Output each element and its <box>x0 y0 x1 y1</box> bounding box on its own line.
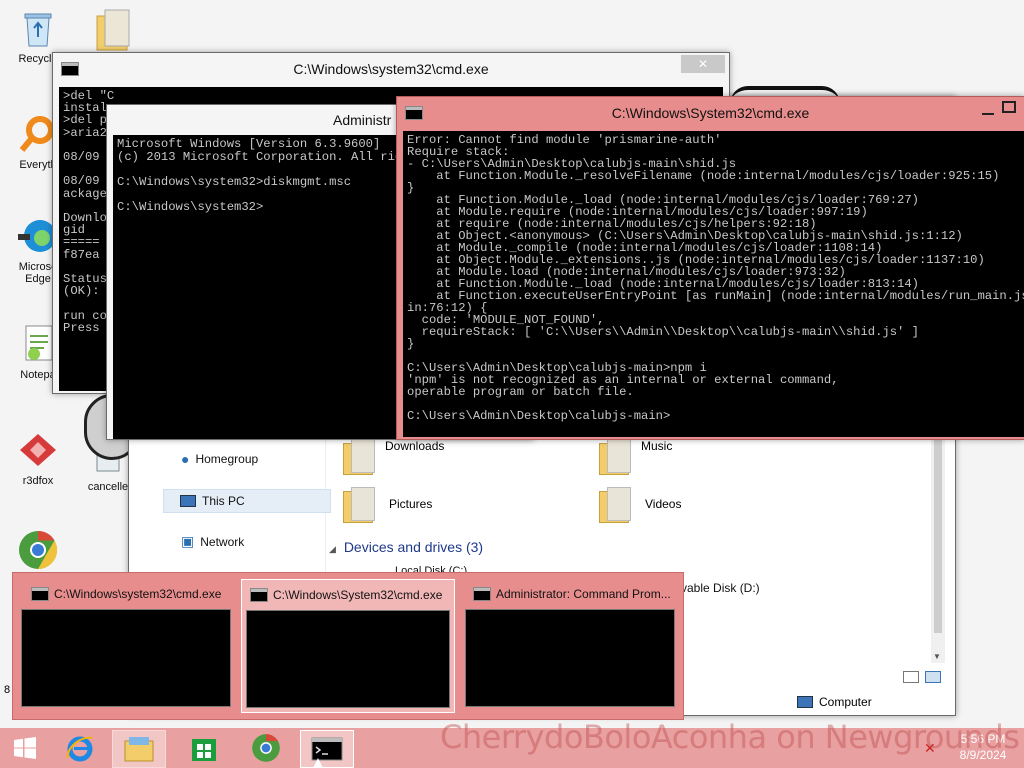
chrome-icon <box>252 734 280 762</box>
console-line: at Function.executeUserEntryPoint [as ru… <box>436 289 1024 303</box>
minimize-button[interactable] <box>982 103 994 115</box>
console-line: at Function.Module._resolveFilename (nod… <box>407 169 1000 183</box>
status-bar-computer: Computer <box>797 695 872 709</box>
file-explorer-icon <box>124 737 154 762</box>
thumbnail-admin-cmd[interactable]: Administrator: Command Prom... <box>465 583 675 707</box>
mouse-cursor-icon <box>313 758 323 768</box>
videos-folder-icon <box>597 485 631 523</box>
thumbnail-console-preview <box>21 609 231 707</box>
drive-removable[interactable]: vable Disk (D:) <box>681 581 760 595</box>
folder-videos[interactable]: Videos <box>597 485 681 523</box>
cmd-window-2[interactable]: C:\Windows\System32\cmd.exe Error: Canno… <box>396 96 1024 440</box>
downloads-folder-icon <box>341 437 375 475</box>
nav-item-network[interactable]: ▣ Network <box>181 533 244 550</box>
start-button[interactable] <box>0 730 50 766</box>
maximize-button[interactable] <box>1002 101 1016 113</box>
r3dfox-icon <box>16 428 60 472</box>
cmd-icon <box>405 106 423 120</box>
taskbar-app-ie[interactable] <box>54 730 106 766</box>
thumbnail-console-preview <box>465 609 675 707</box>
network-icon: ▣ <box>181 533 195 549</box>
devices-section-header[interactable]: ◢ Devices and drives (3) <box>329 539 483 555</box>
console-line: } <box>407 337 415 351</box>
desktop-icon-label: 8 <box>4 684 11 696</box>
thumbnail-console-preview <box>246 610 450 708</box>
vertical-scrollbar[interactable]: ▼ <box>931 427 945 663</box>
nav-item-this-pc[interactable]: This PC <box>163 489 331 513</box>
taskbar-app-store[interactable] <box>178 730 230 766</box>
folder-music[interactable]: Music <box>597 437 672 475</box>
taskbar-thumbnail-panel: C:\Windows\system32\cmd.exe C:\Windows\S… <box>12 572 684 720</box>
homegroup-icon: ● <box>181 451 190 467</box>
pictures-folder-icon <box>341 485 375 523</box>
folder-pictures[interactable]: Pictures <box>341 485 432 523</box>
collapse-arrow-icon: ◢ <box>329 544 336 554</box>
computer-icon <box>797 696 813 708</box>
window-title: C:\Windows\system32\cmd.exe <box>293 61 489 77</box>
store-icon <box>192 739 216 761</box>
folder-downloads[interactable]: Downloads <box>341 437 444 475</box>
cmd-window-1-titlebar[interactable]: C:\Windows\system32\cmd.exe ✕ <box>53 53 729 85</box>
thumbnail-cmd-1[interactable]: C:\Windows\system32\cmd.exe <box>21 583 231 707</box>
thumbnail-cmd-2[interactable]: C:\Windows\System32\cmd.exe <box>241 579 455 713</box>
view-details-icon[interactable] <box>903 671 919 683</box>
view-tiles-icon[interactable] <box>925 671 941 683</box>
scroll-down-icon[interactable]: ▼ <box>933 652 941 661</box>
close-button[interactable]: ✕ <box>681 55 725 73</box>
taskbar-app-file-explorer[interactable] <box>112 730 166 768</box>
cmd-icon <box>473 587 491 601</box>
window-title: C:\Windows\System32\cmd.exe <box>611 105 810 121</box>
music-folder-icon <box>597 437 631 475</box>
scroll-thumb[interactable] <box>934 437 942 633</box>
taskbar-app-chrome[interactable] <box>240 730 292 766</box>
computer-icon <box>180 495 196 507</box>
chrome-icon <box>16 528 60 572</box>
folder-icon[interactable] <box>94 6 132 52</box>
internet-explorer-icon <box>66 736 93 762</box>
taskbar-app-cmd[interactable] <box>300 730 354 768</box>
recycle-bin-icon <box>16 6 60 50</box>
console-line: requireStack: [ 'C:\\Users\\Admin\\Deskt… <box>407 325 919 339</box>
cmd-icon <box>31 587 49 601</box>
watermark-text: CherrydoBoloAconha on Newgrounds <box>440 718 1020 756</box>
desktop-icon-label: r3dfox <box>22 475 54 487</box>
desktop-icon-chrome[interactable] <box>0 528 76 575</box>
desktop-icon-r3dfox[interactable]: r3dfox <box>0 428 76 487</box>
console-line: C:\Users\Admin\Desktop\calubjs-main> <box>407 409 671 423</box>
cmd-icon <box>250 588 268 602</box>
cmd-window-2-console[interactable]: Error: Cannot find module 'prismarine-au… <box>403 131 1024 437</box>
cmd-icon <box>61 62 79 76</box>
cmd-window-2-titlebar[interactable]: C:\Windows\System32\cmd.exe <box>397 97 1024 129</box>
windows-logo-icon <box>14 737 36 759</box>
nav-item-homegroup[interactable]: ● Homegroup <box>181 451 258 467</box>
console-line: operable program or batch file. <box>407 385 634 399</box>
